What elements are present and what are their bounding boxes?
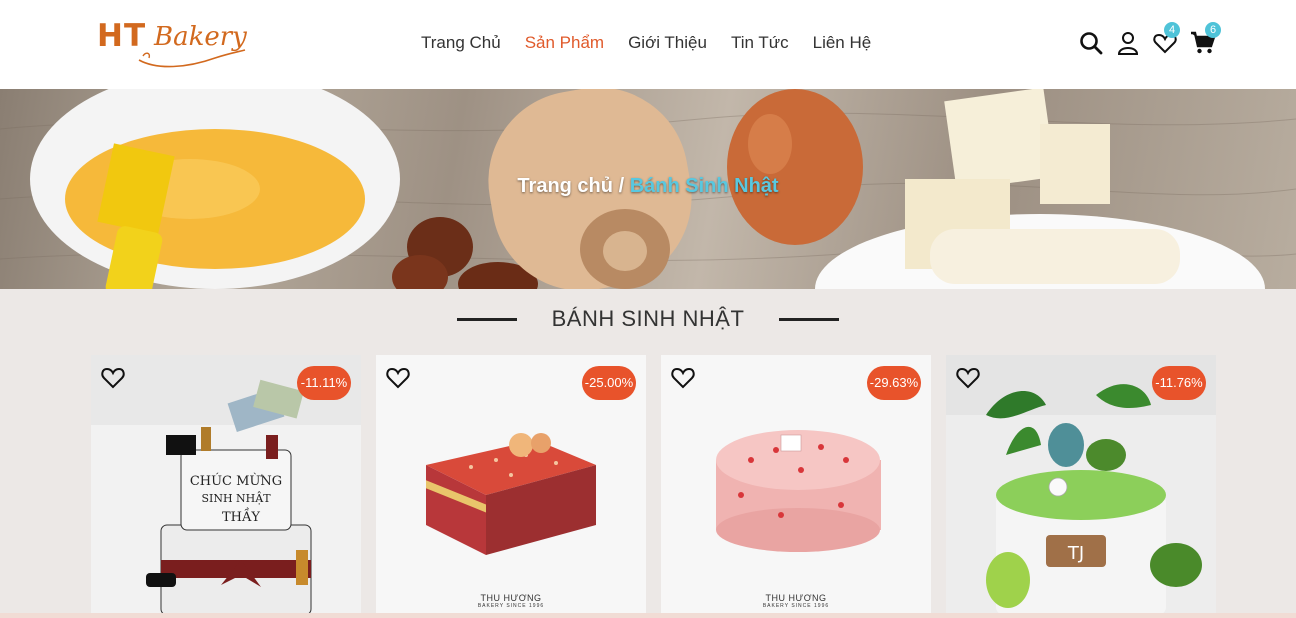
discount-badge: -25.00% (582, 366, 636, 400)
product-card[interactable]: -29.63% THU HƯƠNG BAKERY SINCE 1996 (661, 355, 931, 615)
main-nav: Trang Chủ Sản Phẩm Giới Thiệu Tin Tức Li… (421, 33, 895, 53)
section-title: BÁNH SINH NHẬT (551, 306, 745, 331)
heading-line-left (457, 317, 518, 321)
wishlist-button[interactable]: 4 (1152, 22, 1180, 56)
cart-count-badge: 6 (1205, 22, 1221, 38)
wishlist-heart-icon[interactable] (670, 366, 696, 390)
product-card[interactable]: -25.00% THU HƯƠNG BAKERY SINCE 1996 (376, 355, 646, 615)
site-header: HT Bakery Trang Chủ Sản Phẩm Giới Thiệu … (0, 0, 1296, 89)
discount-badge: -29.63% (867, 366, 921, 400)
product-card[interactable]: CHÚC MỪNG SINH NHẬT THẦY -11.11% (91, 355, 361, 615)
cart-button[interactable]: 6 (1190, 22, 1221, 56)
nav-lien-he[interactable]: Liên Hệ (813, 33, 872, 53)
breadcrumb-home-link[interactable]: Trang chủ (517, 175, 613, 197)
brand-name: THU HƯƠNG (480, 593, 542, 603)
discount-badge: -11.11% (297, 366, 351, 400)
discount-badge: -11.76% (1152, 366, 1206, 400)
svg-text:THẦY: THẦY (222, 507, 260, 525)
header-icons: 4 6 (1078, 22, 1228, 60)
breadcrumb: Trang chủ / Bánh Sinh Nhật (0, 175, 1296, 198)
search-icon[interactable] (1078, 30, 1104, 56)
heading-line-right (778, 317, 839, 321)
wishlist-heart-icon[interactable] (955, 366, 981, 390)
breadcrumb-current: Bánh Sinh Nhật (629, 175, 779, 197)
svg-text:TJ: TJ (1067, 543, 1084, 564)
nav-trang-chu[interactable]: Trang Chủ (421, 33, 501, 53)
section-heading: BÁNH SINH NHẬT (0, 306, 1296, 332)
wishlist-count-badge: 4 (1164, 22, 1180, 38)
user-icon[interactable] (1115, 30, 1141, 56)
page-banner: Trang chủ / Bánh Sinh Nhật (0, 89, 1296, 289)
brand-label: THU HƯƠNG BAKERY SINCE 1996 (661, 593, 931, 609)
logo[interactable]: HT Bakery (97, 16, 257, 70)
nav-gioi-thieu[interactable]: Giới Thiệu (628, 33, 707, 53)
bottom-divider (0, 613, 1296, 618)
brand-subtitle: BAKERY SINCE 1996 (762, 603, 830, 609)
nav-tin-tuc[interactable]: Tin Tức (731, 33, 789, 53)
wishlist-heart-icon[interactable] (100, 366, 126, 390)
brand-label: THU HƯƠNG BAKERY SINCE 1996 (376, 593, 646, 609)
breadcrumb-separator: / (618, 175, 625, 197)
nav-san-pham[interactable]: Sản Phẩm (525, 33, 604, 53)
product-card[interactable]: TJ -11.76% (946, 355, 1216, 615)
wishlist-heart-icon[interactable] (385, 366, 411, 390)
svg-text:SINH NHẬT: SINH NHẬT (201, 491, 271, 505)
brand-name: THU HƯƠNG (765, 593, 827, 603)
logo-swirl-icon (138, 49, 246, 68)
brand-subtitle: BAKERY SINCE 1996 (477, 603, 545, 609)
svg-text:CHÚC MỪNG: CHÚC MỪNG (190, 472, 282, 489)
